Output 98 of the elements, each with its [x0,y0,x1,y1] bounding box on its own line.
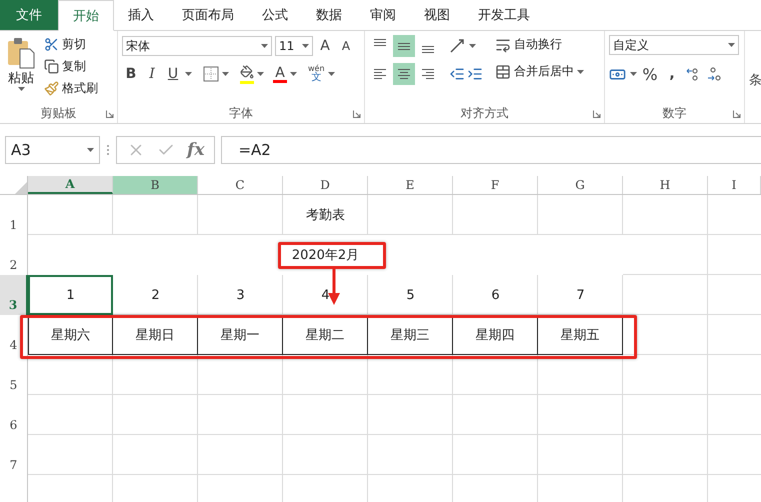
ribbon-tab[interactable]: 文件 [0,0,58,30]
caret-icon[interactable] [469,44,476,48]
ribbon-tab[interactable]: 页面布局 [168,0,248,30]
annotation-arrow [328,269,340,305]
copy-icon [44,59,59,74]
ribbon-tab[interactable]: 开始 [58,0,114,31]
column-header[interactable]: E [368,176,453,194]
wrap-text-icon [495,36,511,52]
ribbon-tab[interactable]: 视图 [410,0,464,30]
cell-text: 4 [321,288,330,302]
caret-icon[interactable] [257,72,264,76]
cell-text: 5 [406,288,415,302]
align-lines-icon [398,69,410,79]
column-header[interactable]: I [708,176,761,194]
text-orientation-icon[interactable] [449,38,467,54]
caret-icon[interactable] [290,72,297,76]
caret-icon[interactable] [728,43,735,47]
italic-button[interactable]: I [143,63,161,85]
shrink-font-button[interactable]: A [337,35,355,57]
font-color-button[interactable]: A [273,66,287,82]
caret-icon[interactable] [185,72,192,76]
dialog-launcher-icon[interactable] [353,110,361,118]
cell-text: 1 [66,288,75,302]
ribbon-tab[interactable]: 插入 [114,0,168,30]
scissors-icon [44,37,59,52]
caret-icon[interactable] [261,44,268,48]
row-header[interactable]: 7 [0,435,28,475]
formula-field[interactable]: =A2 [221,136,761,164]
row-header[interactable]: 3 [0,275,28,315]
column-header[interactable]: B [113,176,198,194]
insert-function-button[interactable]: fx [187,140,204,160]
caret-icon[interactable] [18,87,24,91]
align-lines-icon [422,69,434,79]
copy-button[interactable]: 复制 [42,57,100,76]
active-cell[interactable]: 1 [28,275,113,315]
column-header[interactable]: F [453,176,538,194]
align-lines-icon [422,46,434,53]
align-lines-icon [374,69,386,79]
group-label[interactable]: 条 [745,31,761,123]
decrease-indent-icon[interactable] [449,66,465,82]
row-header[interactable]: 2 [0,235,28,275]
group-title: 数字 [662,104,688,122]
column-header[interactable]: G [538,176,623,194]
font-name-field[interactable]: 宋体 [122,36,272,56]
fill-color-swatch [240,80,254,84]
number-format-field[interactable]: 自定义 [609,35,739,55]
dialog-launcher-icon[interactable] [593,110,601,118]
cell-text: 7 [576,288,585,302]
borders-icon[interactable] [203,66,219,82]
row-header[interactable]: 1 [0,195,28,235]
caret-icon[interactable] [222,72,229,76]
clipboard-icon [6,37,36,69]
paste-button[interactable]: 粘贴 [4,35,38,103]
table-cell-text: 考勤表 [305,207,346,225]
grow-font-button[interactable]: A [316,35,334,57]
caret-icon[interactable] [328,72,335,76]
ribbon-tab[interactable]: 审阅 [356,0,410,30]
column-header[interactable]: A [28,176,113,194]
group-title: 剪贴板 [40,104,78,122]
ribbon-tab[interactable]: 公式 [248,0,302,30]
cell-text: 6 [491,288,500,302]
decimal-decrease-icon[interactable] [705,66,721,82]
font-size-field[interactable]: 11 [275,36,313,56]
align-lines-icon [374,39,386,46]
caret-icon[interactable] [87,148,94,152]
horizontal-align-button[interactable] [393,63,415,85]
ribbon-tab[interactable]: 开发工具 [464,0,544,30]
cell-text: 3 [236,288,245,302]
column-header[interactable]: C [198,176,283,194]
dialog-launcher-icon[interactable] [106,110,114,118]
align-lines-icon [398,42,410,50]
caret-icon[interactable] [302,44,309,48]
merge-center-button[interactable]: 合并后居中 [493,62,586,81]
vertical-align-button[interactable] [393,35,415,57]
name-box[interactable]: A3 [5,136,100,164]
paintbrush-icon [44,81,59,96]
column-header[interactable]: H [623,176,708,194]
group-title: 对齐方式 [460,104,510,122]
cell-text: 2 [151,288,160,302]
format-painter-button[interactable]: 格式刷 [42,79,100,98]
fill-color-icon[interactable] [240,64,254,78]
increase-indent-icon[interactable] [467,66,483,82]
wrap-text-button[interactable]: 自动换行 [493,35,586,54]
dialog-launcher-icon[interactable] [733,110,741,118]
caret-icon[interactable] [630,72,637,76]
ribbon-tab[interactable]: 数据 [302,0,356,30]
comma-button[interactable]: , [663,63,681,85]
column-header[interactable]: D [283,176,368,194]
cut-button[interactable]: 剪切 [42,35,100,54]
bold-button[interactable]: B [122,63,140,85]
group-title: 字体 [228,104,254,122]
row-header[interactable]: 6 [0,395,28,435]
merge-cells-icon [495,64,511,80]
percent-button[interactable]: % [641,63,659,85]
caret-icon[interactable] [577,70,584,74]
phonetic-button[interactable]: wén 文 [308,65,325,83]
underline-button[interactable]: U [164,63,182,85]
grip-icon [106,144,110,156]
